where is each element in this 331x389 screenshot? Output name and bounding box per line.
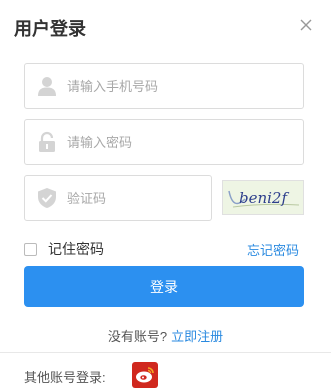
captcha-text: beni2f — [239, 189, 289, 207]
divider — [0, 352, 331, 353]
login-dialog: 用户登录 请输入手机号码 验证码 beni2f 记住密码 忘记密码 登录 没有账… — [0, 0, 331, 389]
other-login-label: 其他账号登录: — [24, 370, 106, 385]
phone-field — [24, 63, 304, 109]
login-button[interactable]: 登录 — [24, 266, 304, 307]
shield-icon — [36, 187, 58, 209]
remember-password[interactable]: 记住密码 — [24, 240, 104, 258]
register-line: 没有账号? 立即注册 — [0, 326, 331, 345]
remember-label: 记住密码 — [48, 241, 104, 257]
lock-icon — [36, 131, 58, 153]
captcha-input[interactable] — [67, 176, 202, 220]
remember-checkbox[interactable] — [24, 242, 37, 256]
password-input[interactable] — [67, 120, 292, 164]
register-link[interactable]: 立即注册 — [171, 329, 223, 344]
dialog-title: 用户登录 — [14, 19, 86, 39]
weibo-icon[interactable] — [132, 362, 158, 388]
captcha-image[interactable]: beni2f — [222, 180, 304, 215]
password-field — [24, 119, 304, 165]
register-prompt: 没有账号? — [107, 329, 168, 344]
captcha-field — [24, 175, 212, 221]
phone-input[interactable] — [67, 64, 292, 108]
user-icon — [36, 75, 58, 97]
forgot-password-link[interactable]: 忘记密码 — [247, 240, 299, 259]
close-icon[interactable] — [297, 16, 315, 34]
